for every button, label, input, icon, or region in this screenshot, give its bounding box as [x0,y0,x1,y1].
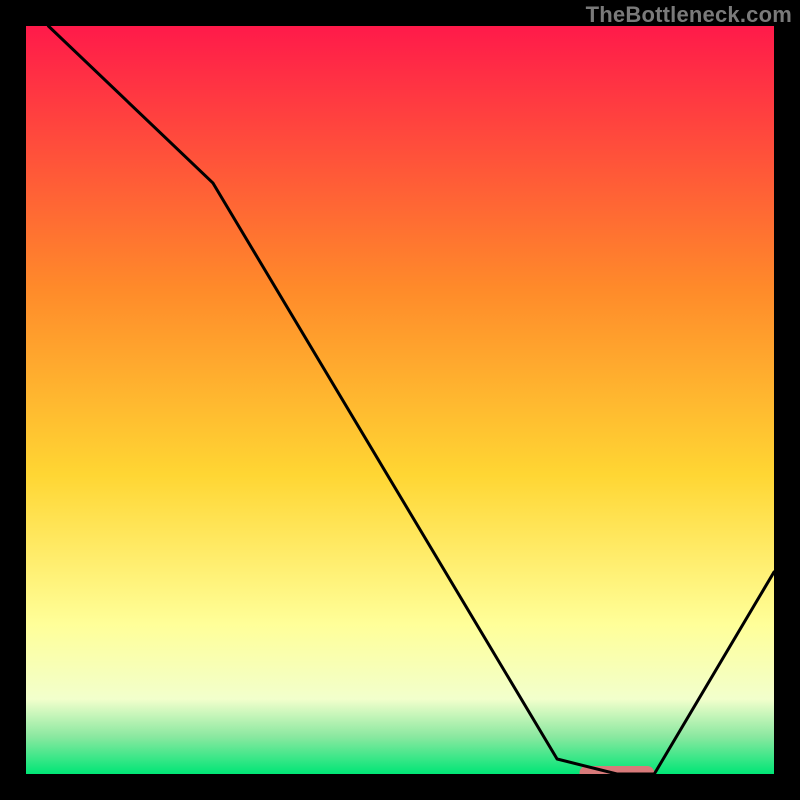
bottleneck-chart-svg [0,0,800,800]
watermark-label: TheBottleneck.com [586,2,792,28]
chart-container: TheBottleneck.com [0,0,800,800]
heatmap-background [26,26,774,774]
